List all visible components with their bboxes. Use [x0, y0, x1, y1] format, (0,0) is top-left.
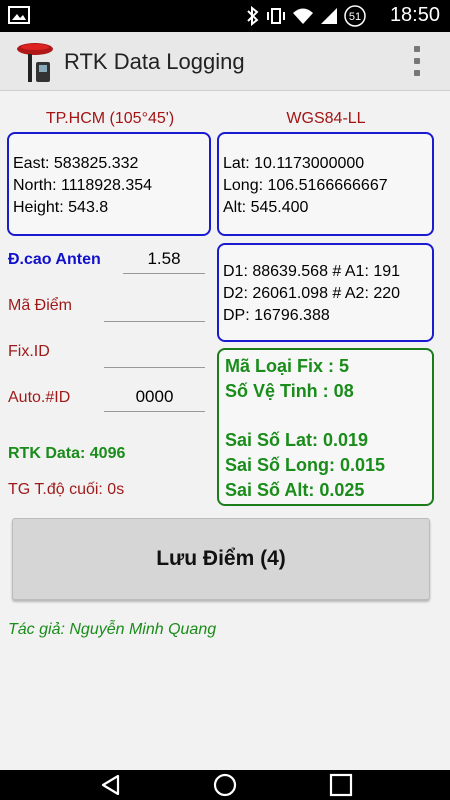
save-point-button[interactable]: Lưu Điểm (4) — [12, 518, 430, 600]
lat-error-value: Sai Số Lat: 0.019 — [225, 430, 369, 450]
back-icon[interactable] — [98, 773, 124, 797]
app-title: RTK Data Logging — [64, 49, 245, 74]
rtk-data-count: RTK Data: 4096 — [8, 445, 126, 462]
gps-receiver-icon — [17, 43, 53, 82]
auto-id-label: Auto.#ID — [8, 389, 71, 406]
height-value: Height: 543.8 — [13, 199, 109, 216]
last-update-time: TG T.độ cuối: 0s — [8, 481, 125, 498]
distances-box: D1: 88639.568 # A1: 191 D2: 26061.098 # … — [217, 243, 434, 342]
recents-icon[interactable] — [328, 773, 354, 797]
fix-id-label: Fix.ID — [8, 343, 50, 360]
bluetooth-icon — [247, 6, 259, 26]
auto-id-input[interactable]: 0000 — [104, 383, 205, 412]
point-code-input[interactable] — [104, 293, 205, 322]
lat-value: Lat: 10.1173000000 — [223, 155, 365, 172]
more-vert-icon[interactable] — [412, 46, 422, 76]
action-bar: RTK Data Logging — [0, 32, 450, 91]
wgs-coords-box: Lat: 10.1173000000 Long: 106.5166666667 … — [217, 132, 434, 236]
long-error-value: Sai Số Long: 0.015 — [225, 455, 386, 475]
local-coords-box: East: 583825.332 North: 1118928.354 Heig… — [7, 132, 211, 236]
status-icons: 51 — [246, 5, 366, 27]
author-credit: Tác giả: Nguyễn Minh Quang — [8, 621, 217, 638]
vibrate-icon — [267, 8, 285, 24]
home-icon[interactable] — [212, 773, 238, 797]
signal-icon — [321, 8, 337, 24]
status-bar: 51 18:50 — [0, 0, 450, 32]
fix-status-box: Mã Loại Fix : 5 Số Vệ Tinh : 08 Sai Số L… — [217, 348, 434, 506]
north-value: North: 1118928.354 — [13, 177, 153, 194]
wifi-icon — [293, 8, 313, 24]
antenna-height-input[interactable]: 1.58 — [123, 245, 205, 274]
local-system-header: TP.HCM (105°45') — [45, 110, 175, 127]
d2-value: D2: 26061.098 # A2: 220 — [223, 285, 401, 302]
satellite-count-value: Số Vệ Tinh : 08 — [225, 381, 354, 401]
navigation-bar — [0, 770, 450, 800]
antenna-height-label: Đ.cao Anten — [8, 251, 101, 268]
dp-value: DP: 16796.388 — [223, 307, 330, 324]
fix-id-input[interactable] — [104, 339, 205, 368]
east-value: East: 583825.332 — [13, 155, 139, 172]
alt-error-value: Sai Số Alt: 0.025 — [225, 480, 365, 500]
battery-icon: 51 — [344, 5, 366, 27]
long-value: Long: 106.5166666667 — [223, 177, 388, 194]
fix-type-value: Mã Loại Fix : 5 — [225, 356, 350, 376]
battery-level: 51 — [349, 11, 361, 23]
clock: 18:50 — [389, 4, 440, 26]
alt-value: Alt: 545.400 — [223, 199, 309, 216]
point-code-label: Mã Điểm — [8, 297, 73, 314]
global-system-header: WGS84-LL — [286, 110, 366, 127]
image-icon — [8, 6, 30, 24]
d1-value: D1: 88639.568 # A1: 191 — [223, 263, 401, 280]
